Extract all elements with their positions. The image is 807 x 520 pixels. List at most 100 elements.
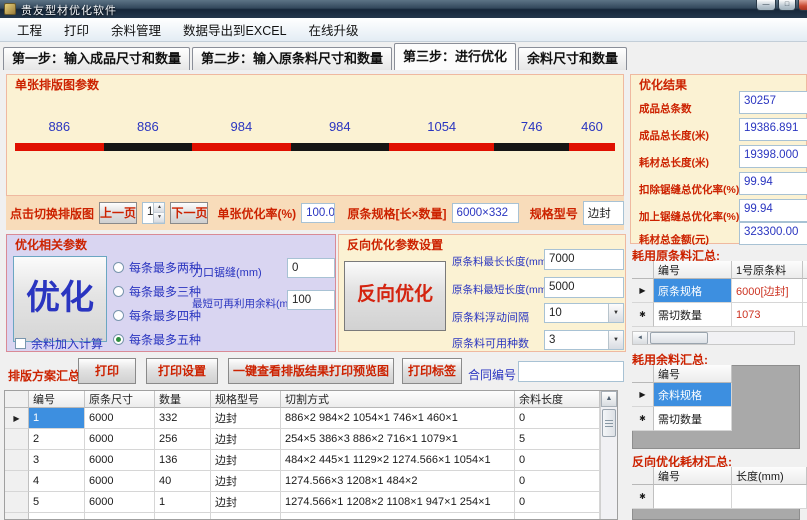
chevron-down-icon[interactable]: ▼ <box>608 331 623 349</box>
row-selector[interactable] <box>5 429 29 450</box>
header-cell[interactable]: 原条尺寸 <box>85 391 155 408</box>
table-row[interactable]: ▶ 原条规格 6000[边封] 6 <box>632 279 807 303</box>
prev-page-button[interactable]: 上一页 <box>99 202 138 224</box>
cell[interactable]: 需切数量 <box>654 303 732 327</box>
header-cell[interactable]: 1号原条料 <box>732 261 803 279</box>
cell[interactable]: 边封 <box>211 429 281 450</box>
scroll-left-icon[interactable]: ◄ <box>633 332 648 344</box>
next-page-button[interactable]: 下一页 <box>170 202 209 224</box>
vertical-scrollbar[interactable]: ▲ <box>600 391 617 519</box>
cell[interactable]: 6000 <box>85 450 155 471</box>
cell[interactable]: 332 <box>155 408 211 429</box>
horizontal-scrollbar[interactable]: ◄ <box>632 331 795 345</box>
table-row[interactable]: 5 6000 1 边封 1274.566×1 1208×2 1108×1 947… <box>5 492 617 513</box>
cell[interactable] <box>85 513 155 519</box>
menu-item-export-excel[interactable]: 数据导出到EXCEL <box>172 17 298 42</box>
result-value[interactable]: 323300.00 <box>739 222 807 245</box>
scrollbar-thumb[interactable] <box>650 332 708 344</box>
cell[interactable] <box>155 513 211 519</box>
cell[interactable]: 0 <box>515 450 600 471</box>
model-input[interactable]: 边封 <box>582 201 624 225</box>
radio-option-four[interactable]: 每条最多四种 <box>113 303 201 327</box>
page-number-value[interactable]: 1 <box>143 203 153 223</box>
cell[interactable]: 2 <box>29 429 85 450</box>
tab-step2[interactable]: 第二步：输入原条料尺寸和数量 <box>192 47 393 70</box>
menu-item-print[interactable]: 打印 <box>53 17 100 42</box>
cell[interactable] <box>211 513 281 519</box>
header-cell[interactable]: 规格型号 <box>211 391 281 408</box>
tab-step3-active[interactable]: 第三步：进行优化 <box>394 43 517 70</box>
cell[interactable]: 边封 <box>211 471 281 492</box>
cell[interactable]: 40 <box>155 471 211 492</box>
radio-option-five[interactable]: 每条最多五种 <box>113 327 201 351</box>
cell[interactable]: 3 <box>29 450 85 471</box>
cell[interactable]: 4 <box>29 471 85 492</box>
spec-input[interactable]: 6000×332 <box>451 203 519 223</box>
cell[interactable] <box>732 485 807 509</box>
header-cell[interactable]: 编号 <box>29 391 85 408</box>
row-selector[interactable] <box>5 450 29 471</box>
result-value[interactable]: 99.94 <box>739 199 807 222</box>
preview-button[interactable]: 一键查看排版结果打印预览图 <box>228 358 394 384</box>
page-number-spinner[interactable]: 1 ▲ ▼ <box>142 202 166 224</box>
print-label-button[interactable]: 打印标签 <box>402 358 462 384</box>
cell[interactable]: 边封 <box>211 492 281 513</box>
table-row[interactable]: 4 6000 40 边封 1274.566×3 1208×1 484×2 0 <box>5 471 617 492</box>
table-row[interactable]: ▶ 余料规格 <box>632 383 732 407</box>
spinner-down-icon[interactable]: ▼ <box>154 213 165 223</box>
cell[interactable]: 1073 <box>732 303 803 327</box>
header-cell[interactable]: 编号 <box>654 365 732 383</box>
cell[interactable] <box>654 485 732 509</box>
cell[interactable]: 1 <box>29 408 85 429</box>
cell[interactable]: 余料规格 <box>654 383 732 407</box>
spinner-up-icon[interactable]: ▲ <box>154 203 165 213</box>
cell[interactable]: 边封 <box>211 408 281 429</box>
radio-icon[interactable] <box>113 261 124 273</box>
menu-item-leftover-manage[interactable]: 余料管理 <box>100 17 172 42</box>
scroll-up-icon[interactable]: ▲ <box>601 391 617 407</box>
radio-icon[interactable] <box>113 333 124 345</box>
cell[interactable]: 256 <box>155 429 211 450</box>
minimize-button-icon[interactable]: — <box>756 0 776 11</box>
cell[interactable]: 6 <box>803 279 807 303</box>
max-length-input[interactable]: 7000 <box>544 249 624 270</box>
cell[interactable]: 136 <box>155 450 211 471</box>
header-cell[interactable]: 编号 <box>654 261 732 279</box>
new-row-icon[interactable]: ✱ <box>632 407 654 431</box>
cell[interactable]: 1 <box>803 303 807 327</box>
header-cell[interactable]: 切割方式 <box>281 391 515 408</box>
cell[interactable]: 886×2 984×2 1054×1 746×1 460×1 <box>281 408 515 429</box>
header-cell[interactable]: 长度(mm) <box>732 467 807 485</box>
scrollbar-thumb[interactable] <box>602 409 616 437</box>
radio-icon[interactable] <box>113 285 124 297</box>
row-selector[interactable] <box>5 513 29 519</box>
tab-step4[interactable]: 余料尺寸和数量 <box>518 47 628 70</box>
cell[interactable]: 6000[边封] <box>732 279 803 303</box>
header-cell[interactable]: 数量 <box>155 391 211 408</box>
optimize-button[interactable]: 优化 <box>13 256 107 342</box>
leftover-include-checkbox-row[interactable]: 余料加入计算 <box>15 335 103 352</box>
table-row[interactable]: ▶ 1 6000 332 边封 886×2 984×2 1054×1 746×1… <box>5 408 617 429</box>
menu-item-online-upgrade[interactable]: 在线升级 <box>298 17 370 42</box>
cell[interactable]: 484×2 445×1 1129×2 1274.566×1 1054×1 <box>281 450 515 471</box>
step-combo[interactable]: 10 ▼ <box>544 303 624 323</box>
kinds-combo[interactable]: 3 ▼ <box>544 330 624 350</box>
result-value[interactable]: 19386.891 <box>739 118 807 141</box>
radio-icon[interactable] <box>113 309 124 321</box>
reuse-input[interactable]: 100 <box>287 290 335 310</box>
new-row-icon[interactable]: ✱ <box>632 303 654 327</box>
cell[interactable]: 边封 <box>211 450 281 471</box>
table-row[interactable]: 3 6000 136 边封 484×2 445×1 1129×2 1274.56… <box>5 450 617 471</box>
cell[interactable]: 6000 <box>85 408 155 429</box>
cell[interactable]: 原条规格 <box>654 279 732 303</box>
cell[interactable]: 6000 <box>85 471 155 492</box>
kerf-input[interactable]: 0 <box>287 258 335 278</box>
cell[interactable]: 5 <box>29 492 85 513</box>
table-row[interactable]: ✱ 需切数量 <box>632 407 732 431</box>
cell[interactable]: 5 <box>515 429 600 450</box>
row-selector[interactable] <box>5 471 29 492</box>
result-value[interactable]: 30257 <box>739 91 807 114</box>
result-value[interactable]: 99.94 <box>739 172 807 195</box>
min-length-input[interactable]: 5000 <box>544 277 624 298</box>
cell[interactable] <box>281 513 515 519</box>
